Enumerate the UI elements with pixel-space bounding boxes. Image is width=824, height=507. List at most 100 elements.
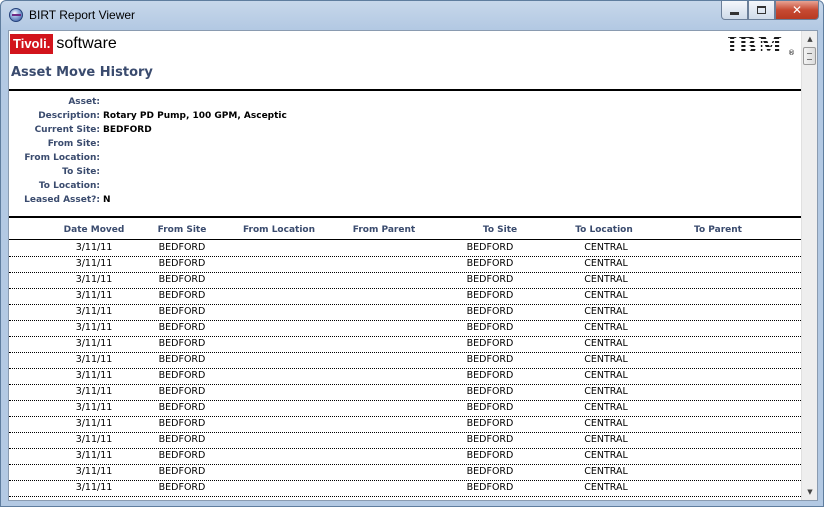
column-header-to-parent: To Parent <box>694 225 742 235</box>
table-row: 3/11/11 BEDFORD BEDFORD CENTRAL <box>9 241 801 257</box>
cell-from-site: BEDFORD <box>158 306 206 317</box>
table-row: 3/11/11 BEDFORD BEDFORD CENTRAL <box>9 481 801 497</box>
field-value: BEDFORD <box>103 125 152 135</box>
table-row: 3/11/11 BEDFORD BEDFORD CENTRAL <box>9 369 801 385</box>
cell-date-moved: 3/11/11 <box>75 258 113 269</box>
field-label: Description: <box>38 111 100 121</box>
field-label: Leased Asset?: <box>24 195 100 205</box>
tivoli-software-logo: Tivoli. software <box>10 34 117 54</box>
table-row: 3/11/11 BEDFORD BEDFORD CENTRAL <box>9 465 801 481</box>
field-to-site: To Site: <box>9 167 409 181</box>
cell-date-moved: 3/11/11 <box>75 306 113 317</box>
cell-date-moved: 3/11/11 <box>75 434 113 445</box>
report-title: Asset Move History <box>11 65 153 80</box>
cell-to-location: CENTRAL <box>584 290 628 301</box>
cell-to-site: BEDFORD <box>466 370 514 381</box>
scroll-up-arrow-icon[interactable]: ▲ <box>802 31 817 47</box>
field-value: Rotary PD Pump, 100 GPM, Asceptic <box>103 111 287 121</box>
field-label: To Location: <box>38 181 100 191</box>
column-header-to-location: To Location <box>575 225 633 235</box>
cell-to-location: CENTRAL <box>584 354 628 365</box>
cell-from-site: BEDFORD <box>158 434 206 445</box>
cell-date-moved: 3/11/11 <box>75 338 113 349</box>
header-divider <box>9 89 801 91</box>
table-row: 3/11/11 BEDFORD BEDFORD CENTRAL <box>9 321 801 337</box>
window-title: BIRT Report Viewer <box>29 8 136 22</box>
table-header-rule <box>9 239 801 240</box>
cell-to-site: BEDFORD <box>466 290 514 301</box>
field-label: From Location: <box>24 153 100 163</box>
table-row: 3/11/11 BEDFORD BEDFORD CENTRAL <box>9 417 801 433</box>
cell-to-location: CENTRAL <box>584 274 628 285</box>
cell-to-site: BEDFORD <box>466 434 514 445</box>
cell-to-location: CENTRAL <box>584 466 628 477</box>
cell-to-location: CENTRAL <box>584 242 628 253</box>
table-row: 3/11/11 BEDFORD BEDFORD CENTRAL <box>9 401 801 417</box>
minimize-icon <box>730 11 739 15</box>
scroll-down-arrow-icon[interactable]: ▼ <box>802 484 817 500</box>
cell-to-site: BEDFORD <box>466 386 514 397</box>
close-icon: ✕ <box>791 3 803 17</box>
table-row: 3/11/11 BEDFORD BEDFORD CENTRAL <box>9 449 801 465</box>
table-body: 3/11/11 BEDFORD BEDFORD CENTRAL 3/11/11 BEDFO… <box>9 241 801 497</box>
report-content: Tivoli. software IBM ® Asset Move Histor… <box>9 31 803 500</box>
cell-from-site: BEDFORD <box>158 322 206 333</box>
cell-to-location: CENTRAL <box>584 450 628 461</box>
cell-date-moved: 3/11/11 <box>75 466 113 477</box>
column-header-from-location: From Location <box>242 225 315 235</box>
table-header: Date Moved From Site From Location From … <box>9 225 801 239</box>
cell-to-site: BEDFORD <box>466 402 514 413</box>
maximize-button[interactable] <box>748 1 775 20</box>
report-area: Tivoli. software IBM ® Asset Move Histor… <box>8 30 818 501</box>
field-to-location: To Location: <box>9 181 409 195</box>
cell-date-moved: 3/11/11 <box>75 450 113 461</box>
minimize-button[interactable] <box>721 1 748 20</box>
cell-from-site: BEDFORD <box>158 466 206 477</box>
field-from-site: From Site: <box>9 139 409 153</box>
column-header-to-site: To Site <box>482 225 518 235</box>
field-description: Description: Rotary PD Pump, 100 GPM, As… <box>9 111 409 125</box>
ibm-registered-mark: ® <box>788 49 795 57</box>
table-row: 3/11/11 BEDFORD BEDFORD CENTRAL <box>9 433 801 449</box>
tivoli-brand-text: software <box>56 35 117 52</box>
window-controls: ✕ <box>721 1 819 20</box>
cell-from-site: BEDFORD <box>158 370 206 381</box>
column-header-from-site: From Site <box>157 225 207 235</box>
cell-to-location: CENTRAL <box>584 402 628 413</box>
cell-to-site: BEDFORD <box>466 322 514 333</box>
cell-from-site: BEDFORD <box>158 418 206 429</box>
cell-to-location: CENTRAL <box>584 434 628 445</box>
title-bar[interactable]: BIRT Report Viewer ✕ <box>1 1 823 29</box>
cell-to-location: CENTRAL <box>584 306 628 317</box>
field-asset: Asset: <box>9 97 409 111</box>
cell-from-site: BEDFORD <box>158 274 206 285</box>
table-row: 3/11/11 BEDFORD BEDFORD CENTRAL <box>9 353 801 369</box>
cell-to-site: BEDFORD <box>466 258 514 269</box>
cell-date-moved: 3/11/11 <box>75 242 113 253</box>
cell-to-location: CENTRAL <box>584 386 628 397</box>
field-label: Current Site: <box>34 125 100 135</box>
vertical-scrollbar[interactable]: ▲ ▼ <box>801 31 817 500</box>
cell-to-site: BEDFORD <box>466 354 514 365</box>
cell-date-moved: 3/11/11 <box>75 482 113 493</box>
field-leased-asset: Leased Asset?: N <box>9 195 409 209</box>
cell-from-site: BEDFORD <box>158 242 206 253</box>
ibm-logo: IBM <box>727 33 784 59</box>
scrollbar-thumb[interactable] <box>803 47 816 65</box>
cell-to-site: BEDFORD <box>466 482 514 493</box>
cell-date-moved: 3/11/11 <box>75 402 113 413</box>
cell-to-site: BEDFORD <box>466 450 514 461</box>
cell-to-site: BEDFORD <box>466 418 514 429</box>
cell-to-site: BEDFORD <box>466 242 514 253</box>
close-button[interactable]: ✕ <box>775 1 819 20</box>
field-label: Asset: <box>68 97 100 107</box>
birt-app-icon[interactable] <box>9 8 23 22</box>
cell-date-moved: 3/11/11 <box>75 290 113 301</box>
cell-to-location: CENTRAL <box>584 482 628 493</box>
maximize-icon <box>757 6 766 14</box>
table-row: 3/11/11 BEDFORD BEDFORD CENTRAL <box>9 385 801 401</box>
cell-to-site: BEDFORD <box>466 466 514 477</box>
table-row: 3/11/11 BEDFORD BEDFORD CENTRAL <box>9 257 801 273</box>
cell-from-site: BEDFORD <box>158 290 206 301</box>
table-row: 3/11/11 BEDFORD BEDFORD CENTRAL <box>9 305 801 321</box>
